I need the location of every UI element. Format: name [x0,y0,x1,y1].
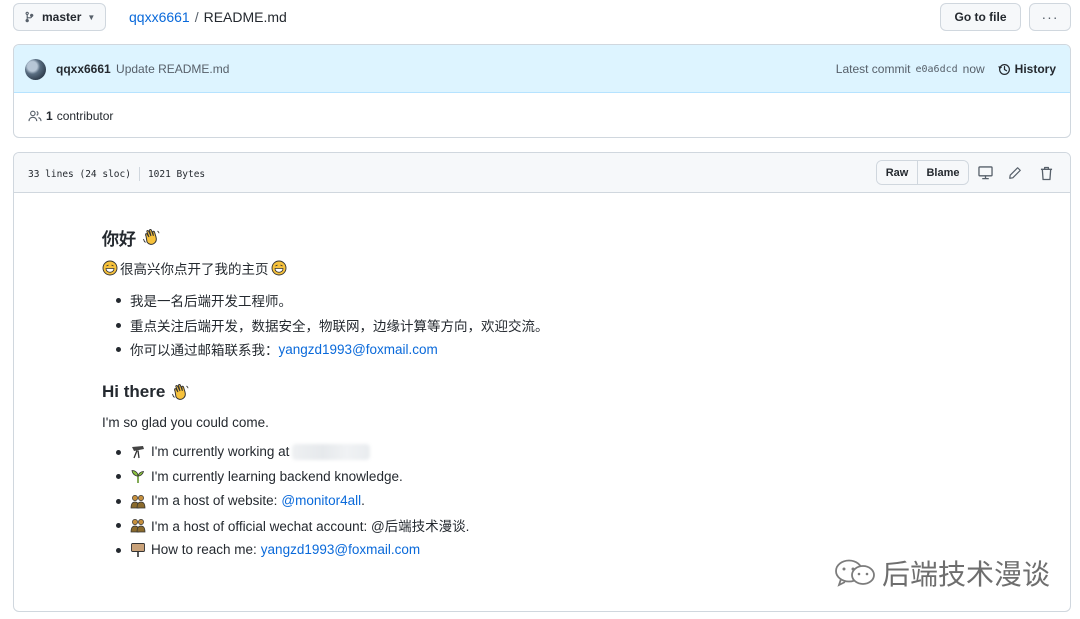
breadcrumb-file-name: README.md [203,9,287,25]
list-item: I'm currently working at [102,440,1002,465]
people-icon [130,519,146,533]
commit-box: qqxx6661 Update README.md Latest commit … [13,44,1071,138]
list-item: I'm a host of website: @monitor4all. [102,489,1002,514]
en-heading-text: Hi there [102,381,166,401]
commit-message-link[interactable]: Update README.md [116,62,229,76]
history-label: History [1014,62,1056,76]
list-item: I'm currently learning backend knowledge… [102,464,1002,489]
cn-intro-text: 很高兴你点开了我的主页 [120,262,269,277]
email-link[interactable]: yangzd1993@foxmail.com [261,542,420,557]
people-icon [28,110,42,122]
line-count: 33 lines (24 sloc) [28,168,131,180]
file-actions-group: Raw Blame [876,160,969,185]
commit-author-link[interactable]: qqxx6661 [56,62,111,76]
sign-icon [131,542,145,557]
list-item: 我是一名后端开发工程师。 [102,288,1002,313]
file-size: 1021 Bytes [147,168,206,180]
breadcrumb-repo-link[interactable]: qqxx6661 [129,9,190,25]
file-header: 33 lines (24 sloc) 1021 Bytes Raw Blame [14,153,1070,193]
cn-list: 我是一名后端开发工程师。 重点关注后端开发，数据安全，物联网，边缘计算等方向，欢… [102,288,1002,362]
en-list: I'm currently working at I'm currently l… [102,440,1002,563]
contributor-label: contributor [56,109,114,123]
en-heading: Hi there [102,380,1002,404]
go-to-file-button[interactable]: Go to file [940,3,1021,31]
history-icon [997,63,1010,75]
breadcrumb-separator: / [194,9,199,25]
telescope-icon [132,445,144,458]
commit-sha-link[interactable]: e0a6dcd [915,64,957,75]
history-button[interactable]: History [997,62,1056,76]
en-intro: I'm so glad you could come. [102,414,269,430]
commit-message: qqxx6661 Update README.md [56,62,229,76]
website-link[interactable]: @monitor4all [281,493,361,508]
people-icon [130,494,146,509]
branch-selector-button[interactable]: master ▼ [13,3,107,31]
redacted-company [292,443,371,460]
watermark-text: 后端技术漫谈 [882,558,1051,591]
file-navigation: master ▼ qqxx6661 / README.md Go to file… [13,3,1071,31]
contributors-link[interactable]: 1 contributor [28,109,113,123]
wechat-icon [835,559,875,587]
file-viewer: 33 lines (24 sloc) 1021 Bytes Raw Blame … [13,152,1071,612]
desktop-icon[interactable] [976,164,994,182]
file-info: 33 lines (24 sloc) 1021 Bytes [28,167,205,181]
trash-icon[interactable] [1037,164,1055,182]
latest-commit-label: Latest commit [835,62,911,76]
list-item: 重点关注后端开发，数据安全，物联网，边缘计算等方向，欢迎交流。 [102,313,1002,338]
cn-intro: 很高兴你点开了我的主页 [102,258,1002,278]
email-link[interactable]: yangzd1993@foxmail.com [279,342,438,357]
seedling-icon [131,470,145,484]
commit-meta: Latest commit e0a6dcd now History [836,62,1056,76]
latest-commit-row: qqxx6661 Update README.md Latest commit … [14,45,1070,93]
cn-heading-text: 你好 [102,229,136,249]
breadcrumb: qqxx6661 / README.md [129,9,287,25]
divider [138,167,140,181]
raw-button[interactable]: Raw [877,161,918,184]
readme-content: 你好 很高兴你点开了我的主页 我是一名后端开发工程师。 重点关注后端开发，数据安… [102,225,1002,562]
branch-name: master [42,10,82,24]
list-item: I'm a host of official wechat account: @… [102,513,1002,538]
avatar[interactable] [25,59,46,80]
contributors-row: 1 contributor [14,93,1070,137]
branch-icon [25,11,34,23]
waving-hand-icon [172,383,189,400]
wechat-watermark: 后端技术漫谈 [834,553,1050,593]
cn-heading: 你好 [102,225,1002,249]
waving-hand-icon [143,229,160,245]
contributor-count: 1 [46,109,53,123]
grin-face-icon [102,260,118,276]
blame-button[interactable]: Blame [918,161,968,184]
pencil-icon[interactable] [1006,164,1024,182]
grin-face-icon [271,260,286,276]
list-item: 你可以通过邮箱联系我： yangzd1993@foxmail.com [102,337,1002,362]
commit-time: now [962,62,985,76]
chevron-down-icon: ▼ [87,12,96,22]
more-options-button[interactable]: ··· [1029,3,1071,31]
